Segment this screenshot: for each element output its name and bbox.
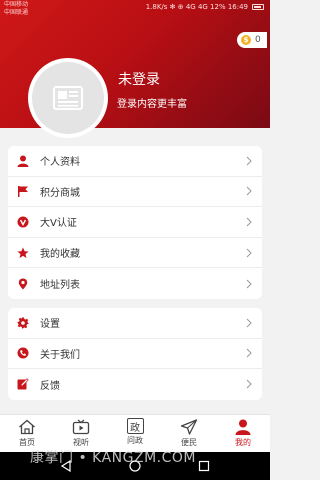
home-icon bbox=[17, 418, 37, 436]
tv-icon bbox=[71, 418, 91, 436]
menu-item-favorites[interactable]: 我的收藏 bbox=[8, 238, 262, 269]
zheng-glyph: 政 bbox=[130, 422, 140, 434]
login-hint[interactable]: 登录内容更丰富 bbox=[117, 95, 187, 110]
menu-label: 积分商城 bbox=[40, 187, 80, 199]
user-name[interactable]: 未登录 bbox=[118, 69, 160, 89]
menu-card-1: 个人资料 积分商城 大V认证 我的收藏 地址列表 bbox=[8, 146, 262, 299]
chevron-right-icon bbox=[246, 248, 252, 257]
menu-label: 设置 bbox=[40, 319, 60, 331]
chevron-right-icon bbox=[246, 187, 252, 196]
status-right: 1.8K/s ✻ ⊕ 4G 4G 12% 16:49 bbox=[146, 3, 264, 11]
carrier-1: 中国移动 bbox=[4, 1, 29, 8]
coin-icon: $ bbox=[241, 35, 251, 45]
menu-label: 我的收藏 bbox=[40, 249, 80, 261]
carrier-2: 中国联通 bbox=[4, 9, 29, 16]
carrier-labels: 中国移动 中国联通 bbox=[4, 1, 28, 17]
menu-label: 反馈 bbox=[40, 380, 60, 392]
menu-item-about-us[interactable]: 关于我们 bbox=[8, 339, 262, 370]
menu-label: 大V认证 bbox=[40, 218, 77, 230]
avatar-placeholder bbox=[32, 62, 104, 134]
recent-apps-icon[interactable] bbox=[198, 460, 210, 472]
menu-label: 个人资料 bbox=[40, 157, 80, 169]
menu-item-big-v-verify[interactable]: 大V认证 bbox=[8, 207, 262, 238]
chevron-right-icon bbox=[246, 380, 252, 389]
person-icon bbox=[16, 154, 30, 168]
chevron-right-icon bbox=[246, 156, 252, 166]
chevron-right-icon bbox=[246, 279, 252, 289]
status-bar: 中国移动 中国联通 1.8K/s ✻ ⊕ 4G 4G 12% 16:49 bbox=[0, 0, 270, 18]
flag-icon bbox=[16, 184, 30, 198]
gear-icon bbox=[16, 316, 30, 330]
watermark: 康掌门 • KANGZM.COM bbox=[30, 450, 196, 466]
menu-item-feedback[interactable]: 反馈 bbox=[8, 369, 262, 400]
tab-label: 问政 bbox=[127, 436, 143, 445]
zheng-icon: 政 bbox=[126, 418, 144, 434]
chevron-right-icon bbox=[246, 349, 252, 358]
tab-label: 我的 bbox=[235, 438, 251, 447]
points-count: 0 bbox=[255, 35, 261, 45]
user-icon bbox=[233, 418, 253, 436]
verified-v-icon bbox=[16, 215, 30, 229]
tab-mine[interactable]: 我的 bbox=[216, 415, 270, 452]
send-icon bbox=[179, 418, 199, 436]
edit-icon bbox=[16, 377, 30, 391]
star-icon bbox=[16, 246, 30, 260]
chevron-right-icon bbox=[246, 318, 252, 328]
points-badge[interactable]: $ 0 bbox=[237, 32, 267, 48]
menu-label: 关于我们 bbox=[40, 349, 80, 361]
status-text: 1.8K/s ✻ ⊕ 4G 4G 12% 16:49 bbox=[145, 3, 248, 11]
menu-item-profile[interactable]: 个人资料 bbox=[8, 146, 262, 177]
location-pin-icon bbox=[16, 277, 30, 291]
newspaper-icon bbox=[53, 86, 83, 110]
menu-label: 地址列表 bbox=[40, 280, 80, 292]
chevron-right-icon bbox=[246, 217, 252, 227]
avatar[interactable] bbox=[28, 58, 108, 138]
menu-item-points-mall[interactable]: 积分商城 bbox=[8, 177, 262, 208]
phone-icon bbox=[16, 346, 30, 360]
menu-item-settings[interactable]: 设置 bbox=[8, 308, 262, 339]
battery-icon bbox=[252, 4, 264, 10]
menu-item-address-list[interactable]: 地址列表 bbox=[8, 268, 262, 299]
menu-card-2: 设置 关于我们 反馈 bbox=[8, 308, 262, 400]
